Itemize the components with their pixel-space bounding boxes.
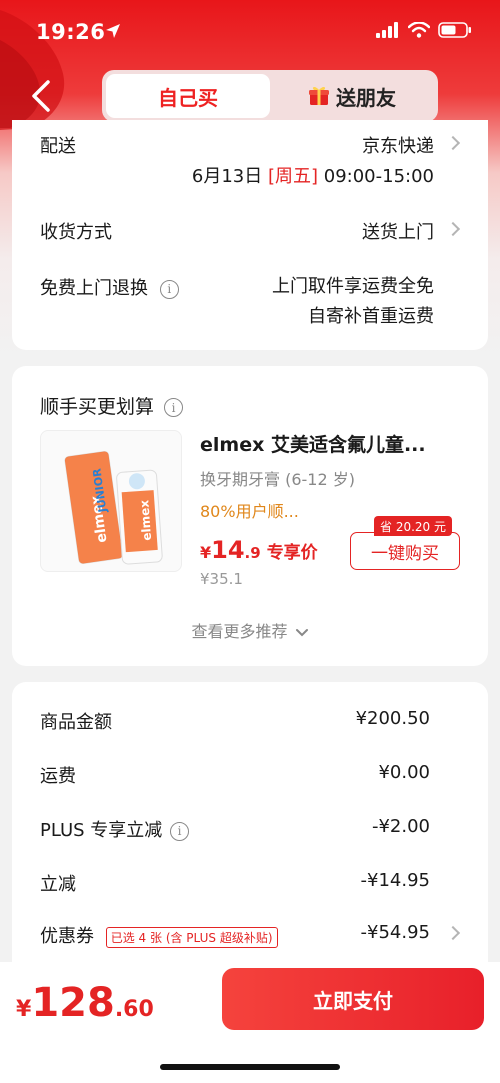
summary-label-goods: 商品金额 — [40, 712, 112, 733]
price-label: 专享价 — [266, 543, 318, 563]
shipping-method[interactable]: 京东快递 — [362, 132, 434, 158]
total-decimal: .60 — [114, 997, 154, 1022]
summary-value-discount: -¥14.95 — [360, 870, 430, 891]
status-time: 19:26 — [36, 20, 106, 44]
info-icon[interactable]: i — [159, 279, 179, 299]
pay-now-button[interactable]: 立即支付 — [222, 968, 484, 1030]
info-icon[interactable]: i — [170, 821, 190, 841]
signal-icon — [376, 22, 398, 38]
purchase-mode-switch: 自己买 送朋友 — [102, 70, 438, 122]
more-recommendations-label: 查看更多推荐 — [191, 622, 288, 641]
product-price: ¥14.9 专享价 — [200, 536, 318, 564]
chevron-right-icon[interactable] — [445, 925, 461, 941]
summary-label-plus: PLUS 专享立减 — [40, 820, 163, 841]
battery-icon — [438, 22, 471, 38]
recommendation-card: 顺手买更划算 i elmex JUNIOR elmex elmex 艾美适含氟儿… — [12, 366, 488, 666]
free-return-line2: 自寄补首重运费 — [308, 306, 434, 327]
product-tag: 80%用户顺... — [200, 502, 299, 521]
price-decimal: .9 — [244, 544, 261, 562]
delivery-time-range: 09:00-15:00 — [323, 166, 434, 187]
recommendation-title-row: 顺手买更划算 i — [40, 392, 184, 419]
chevron-down-icon — [295, 628, 308, 636]
tab-buy-for-self[interactable]: 自己买 — [106, 74, 270, 118]
location-arrow-icon — [106, 24, 120, 38]
summary-label-plus-row: PLUS 专享立减 i — [40, 816, 190, 842]
status-bar: 19:26 — [0, 0, 500, 62]
product-title[interactable]: elmex 艾美适含氟儿童... — [200, 430, 458, 457]
free-return-line1: 上门取件享运费全免 — [272, 276, 434, 297]
shipping-label: 配送 — [40, 136, 76, 157]
receive-method-label: 收货方式 — [40, 222, 112, 243]
status-icons — [376, 22, 472, 38]
summary-label-shipping: 运费 — [40, 766, 76, 787]
wifi-icon — [408, 22, 430, 38]
price-summary-card: 商品金额 ¥200.50 运费 ¥0.00 PLUS 专享立减 i -¥2.00… — [12, 682, 488, 982]
product-image[interactable]: elmex JUNIOR elmex — [40, 430, 182, 572]
info-icon[interactable]: i — [164, 398, 184, 417]
coupon-selection-tag: 已选 4 张 (含 PLUS 超级补贴) — [105, 926, 278, 948]
chevron-right-icon[interactable] — [445, 135, 461, 151]
chevron-right-icon[interactable] — [445, 221, 461, 237]
summary-label-discount: 立减 — [40, 874, 76, 895]
total-currency: ¥ — [16, 997, 32, 1022]
svg-text:elmex: elmex — [137, 499, 154, 541]
summary-value-goods: ¥200.50 — [355, 708, 430, 729]
recommendation-title: 顺手买更划算 — [40, 396, 155, 418]
product-subtitle: 换牙期牙膏 (6-12 岁) — [200, 470, 355, 489]
free-return-label: 免费上门退换 — [40, 278, 148, 299]
delivery-date: 6月13日 — [191, 166, 263, 187]
original-price: ¥35.1 — [200, 570, 243, 588]
summary-label-coupon-row[interactable]: 优惠券 已选 4 张 (含 PLUS 超级补贴) — [40, 922, 278, 948]
delivery-weekday: [周五] — [267, 166, 319, 187]
back-icon[interactable] — [26, 76, 58, 116]
tab-send-to-friend[interactable]: 送朋友 — [270, 74, 434, 118]
delivery-time[interactable]: 6月13日 [周五] 09:00-15:00 — [192, 162, 434, 188]
tab-send-to-friend-label: 送朋友 — [336, 85, 396, 110]
one-click-buy-button[interactable]: 一键购买 — [350, 532, 460, 570]
receive-method-value[interactable]: 送货上门 — [362, 218, 434, 244]
free-return-label-row: 免费上门退换 i — [40, 274, 179, 300]
price-integer: 14 — [211, 536, 245, 564]
home-indicator[interactable] — [160, 1064, 340, 1070]
toothpaste-image: elmex JUNIOR elmex — [64, 450, 163, 565]
price-currency: ¥ — [200, 543, 212, 562]
total-integer: 128 — [31, 980, 115, 1026]
more-recommendations-link[interactable]: 查看更多推荐 — [12, 618, 488, 642]
total-price: ¥128.60 — [16, 980, 154, 1026]
checkout-bar: ¥128.60 立即支付 — [0, 962, 500, 1083]
save-badge: 省 20.20 元 — [374, 516, 452, 536]
delivery-card: 配送 京东快递 6月13日 [周五] 09:00-15:00 收货方式 送货上门… — [12, 120, 488, 350]
summary-value-plus: -¥2.00 — [371, 816, 430, 837]
gift-icon — [309, 86, 329, 105]
summary-label-coupon: 优惠券 — [40, 926, 94, 947]
tab-buy-for-self-label: 自己买 — [158, 85, 218, 110]
summary-value-shipping: ¥0.00 — [378, 762, 430, 783]
summary-value-coupon[interactable]: -¥54.95 — [361, 922, 430, 943]
